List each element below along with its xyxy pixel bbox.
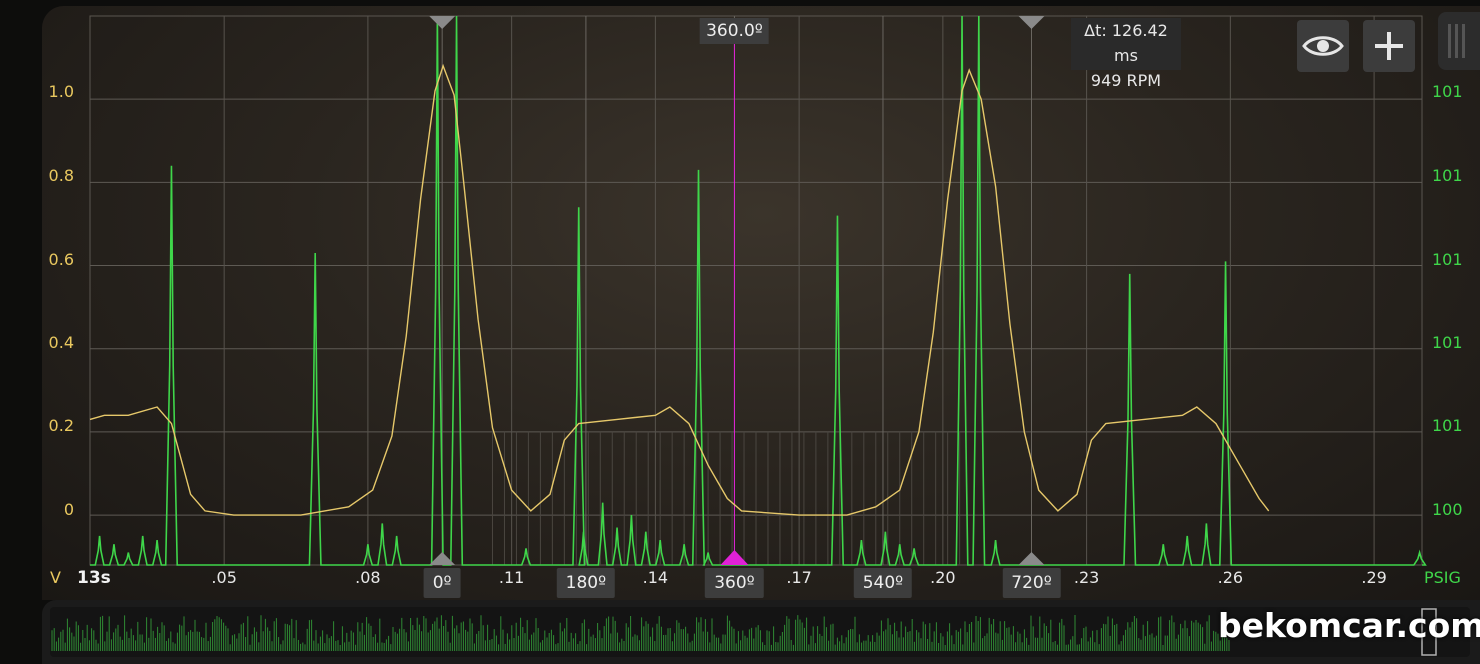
x-tick-7: .23 bbox=[1073, 568, 1100, 587]
right-tick-2: 101 bbox=[1432, 166, 1463, 185]
right-tick-5: 101 bbox=[1432, 416, 1463, 435]
top-marker-triangle bbox=[1018, 16, 1045, 29]
y-left-unit: V bbox=[50, 568, 61, 587]
delta-readout: Δt: 126.42 ms 949 RPM bbox=[1071, 18, 1181, 90]
y-tick-4: 0.4 bbox=[48, 333, 74, 352]
x-tick-1: .05 bbox=[211, 568, 237, 587]
y-tick-3: 0.6 bbox=[48, 250, 74, 269]
eye-icon bbox=[1302, 36, 1344, 56]
x-tick-6: .20 bbox=[930, 568, 956, 587]
right-tick-1: 101 bbox=[1432, 82, 1463, 101]
y-tick-1: 1.0 bbox=[48, 82, 74, 101]
watermark-text: bekomcar.com bbox=[1218, 606, 1480, 645]
top-marker-triangle bbox=[429, 16, 456, 29]
y-tick-5: 0.2 bbox=[48, 416, 74, 435]
marker-label-0[interactable]: 0º bbox=[423, 568, 461, 598]
side-panel-handle[interactable] bbox=[1438, 12, 1480, 70]
add-channel-button[interactable] bbox=[1363, 20, 1415, 72]
x-tick-9: .29 bbox=[1361, 568, 1387, 587]
x-tick-4: .14 bbox=[642, 568, 669, 587]
delta-time: Δt: 126.42 ms bbox=[1084, 21, 1168, 65]
yellow-series-line bbox=[89, 63, 1270, 516]
y-right-unit: PSIG bbox=[1424, 568, 1461, 587]
x-first-label: 13s bbox=[77, 568, 111, 588]
right-tick-6: 100 bbox=[1432, 500, 1463, 519]
green-series-line bbox=[90, 15, 1427, 566]
y-tick-6: 0 bbox=[63, 500, 74, 519]
x-tick-3: .11 bbox=[498, 568, 525, 587]
bottom-marker-triangle bbox=[1018, 552, 1045, 565]
cursor-label[interactable]: 360.0º bbox=[700, 18, 769, 44]
right-tick-4: 101 bbox=[1432, 333, 1463, 352]
visibility-button[interactable] bbox=[1297, 20, 1349, 72]
marker-label-360[interactable]: 360º bbox=[705, 568, 764, 598]
marker-label-720[interactable]: 720º bbox=[1002, 568, 1061, 598]
right-tick-3: 101 bbox=[1432, 250, 1463, 269]
plus-icon bbox=[1375, 32, 1403, 60]
waveform-chart[interactable] bbox=[0, 0, 1480, 600]
x-tick-8: .26 bbox=[1217, 568, 1244, 587]
x-tick-2: .08 bbox=[355, 568, 381, 587]
marker-label-180[interactable]: 180º bbox=[556, 568, 616, 598]
y-tick-2: 0.8 bbox=[48, 166, 74, 185]
delta-rpm: 949 RPM bbox=[1090, 71, 1162, 90]
x-tick-5: .17 bbox=[786, 568, 812, 587]
marker-label-540[interactable]: 540º bbox=[853, 568, 913, 598]
